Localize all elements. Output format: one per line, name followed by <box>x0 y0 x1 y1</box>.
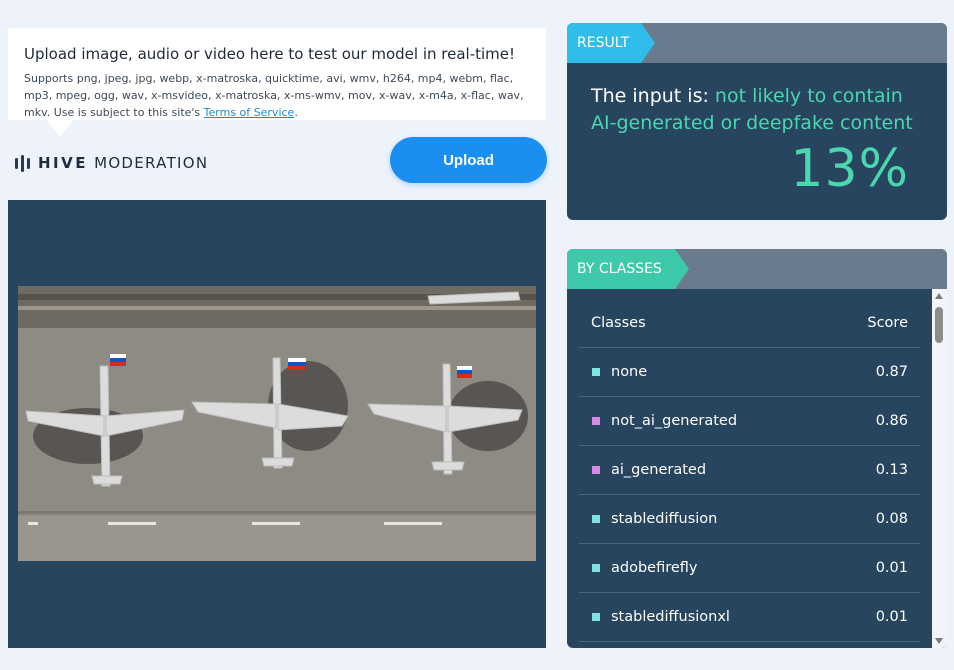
upload-instructions-title: Upload image, audio or video here to tes… <box>24 45 516 63</box>
logo-word-moderation: MODERATION <box>94 154 209 172</box>
class-name: not_ai_generated <box>611 413 738 429</box>
class-name-cell: adobefirefly <box>592 560 698 576</box>
result-statement: The input is: not likely to contain AI-g… <box>591 83 931 137</box>
class-color-swatch-icon <box>592 564 600 572</box>
class-name-cell: ai_generated <box>592 462 706 478</box>
table-row: none 0.87 <box>579 348 920 397</box>
table-row: stablediffusionxl 0.01 <box>579 593 920 642</box>
column-header-score: Score <box>867 315 908 331</box>
result-panel: RESULT The input is: not likely to conta… <box>567 23 947 220</box>
terms-of-service-link[interactable]: Terms of Service <box>204 106 295 119</box>
classes-panel: BY CLASSES Classes Score none 0.87 not_a… <box>567 249 947 648</box>
table-row: adobefirefly 0.01 <box>579 544 920 593</box>
upload-instructions-card: Upload image, audio or video here to tes… <box>8 28 546 120</box>
logo-word-hive: HIVE <box>38 154 88 172</box>
hive-logo-icon <box>15 154 30 172</box>
logo-wordmark: HIVE MODERATION <box>38 154 208 172</box>
class-name: adobefirefly <box>611 560 698 576</box>
classes-header: BY CLASSES <box>567 249 947 289</box>
result-percentage: 13% <box>790 139 909 199</box>
class-name-cell: stablediffusion <box>592 511 717 527</box>
media-preview-panel <box>8 200 546 648</box>
class-color-swatch-icon <box>592 515 600 523</box>
class-color-swatch-icon <box>592 368 600 376</box>
class-color-swatch-icon <box>592 417 600 425</box>
aircraft-photo-icon <box>18 286 536 561</box>
class-name-cell: stablediffusionxl <box>592 609 730 625</box>
class-color-swatch-icon <box>592 613 600 621</box>
result-header: RESULT <box>567 23 947 63</box>
class-score: 0.01 <box>875 609 908 625</box>
table-row: ai_generated 0.13 <box>579 446 920 495</box>
class-score: 0.01 <box>875 560 908 576</box>
table-row: not_ai_generated 0.86 <box>579 397 920 446</box>
card-pointer <box>46 119 74 137</box>
class-name: none <box>611 364 648 380</box>
scrollbar-thumb[interactable] <box>935 307 943 343</box>
supported-formats-text: Supports png, jpeg, jpg, webp, x-matrosk… <box>24 70 530 121</box>
class-name: ai_generated <box>611 462 707 478</box>
hive-moderation-logo: HIVE MODERATION <box>15 154 208 172</box>
classes-scrollbar[interactable] <box>932 289 947 648</box>
class-name-cell: not_ai_generated <box>592 413 737 429</box>
class-name: stablediffusionxl <box>611 609 730 625</box>
class-color-swatch-icon <box>592 466 600 474</box>
upload-button[interactable]: Upload <box>390 137 547 183</box>
class-score: 0.13 <box>875 462 908 478</box>
class-name-cell: none <box>592 364 647 380</box>
result-tag: RESULT <box>567 23 655 63</box>
class-score: 0.86 <box>875 413 908 429</box>
supported-formats-end: . <box>294 106 298 119</box>
table-row: stablediffusion 0.08 <box>579 495 920 544</box>
class-score: 0.87 <box>875 364 908 380</box>
result-prefix: The input is: <box>591 85 715 107</box>
scroll-up-arrow-icon[interactable] <box>935 293 943 299</box>
class-name: stablediffusion <box>611 511 718 527</box>
scroll-down-arrow-icon[interactable] <box>935 638 943 644</box>
column-header-classes: Classes <box>591 315 646 331</box>
class-score: 0.08 <box>875 511 908 527</box>
uploaded-image-preview <box>18 286 536 561</box>
classes-table-header: Classes Score <box>579 289 920 348</box>
classes-table[interactable]: Classes Score none 0.87 not_ai_generated… <box>579 289 920 648</box>
classes-tag: BY CLASSES <box>567 249 689 289</box>
